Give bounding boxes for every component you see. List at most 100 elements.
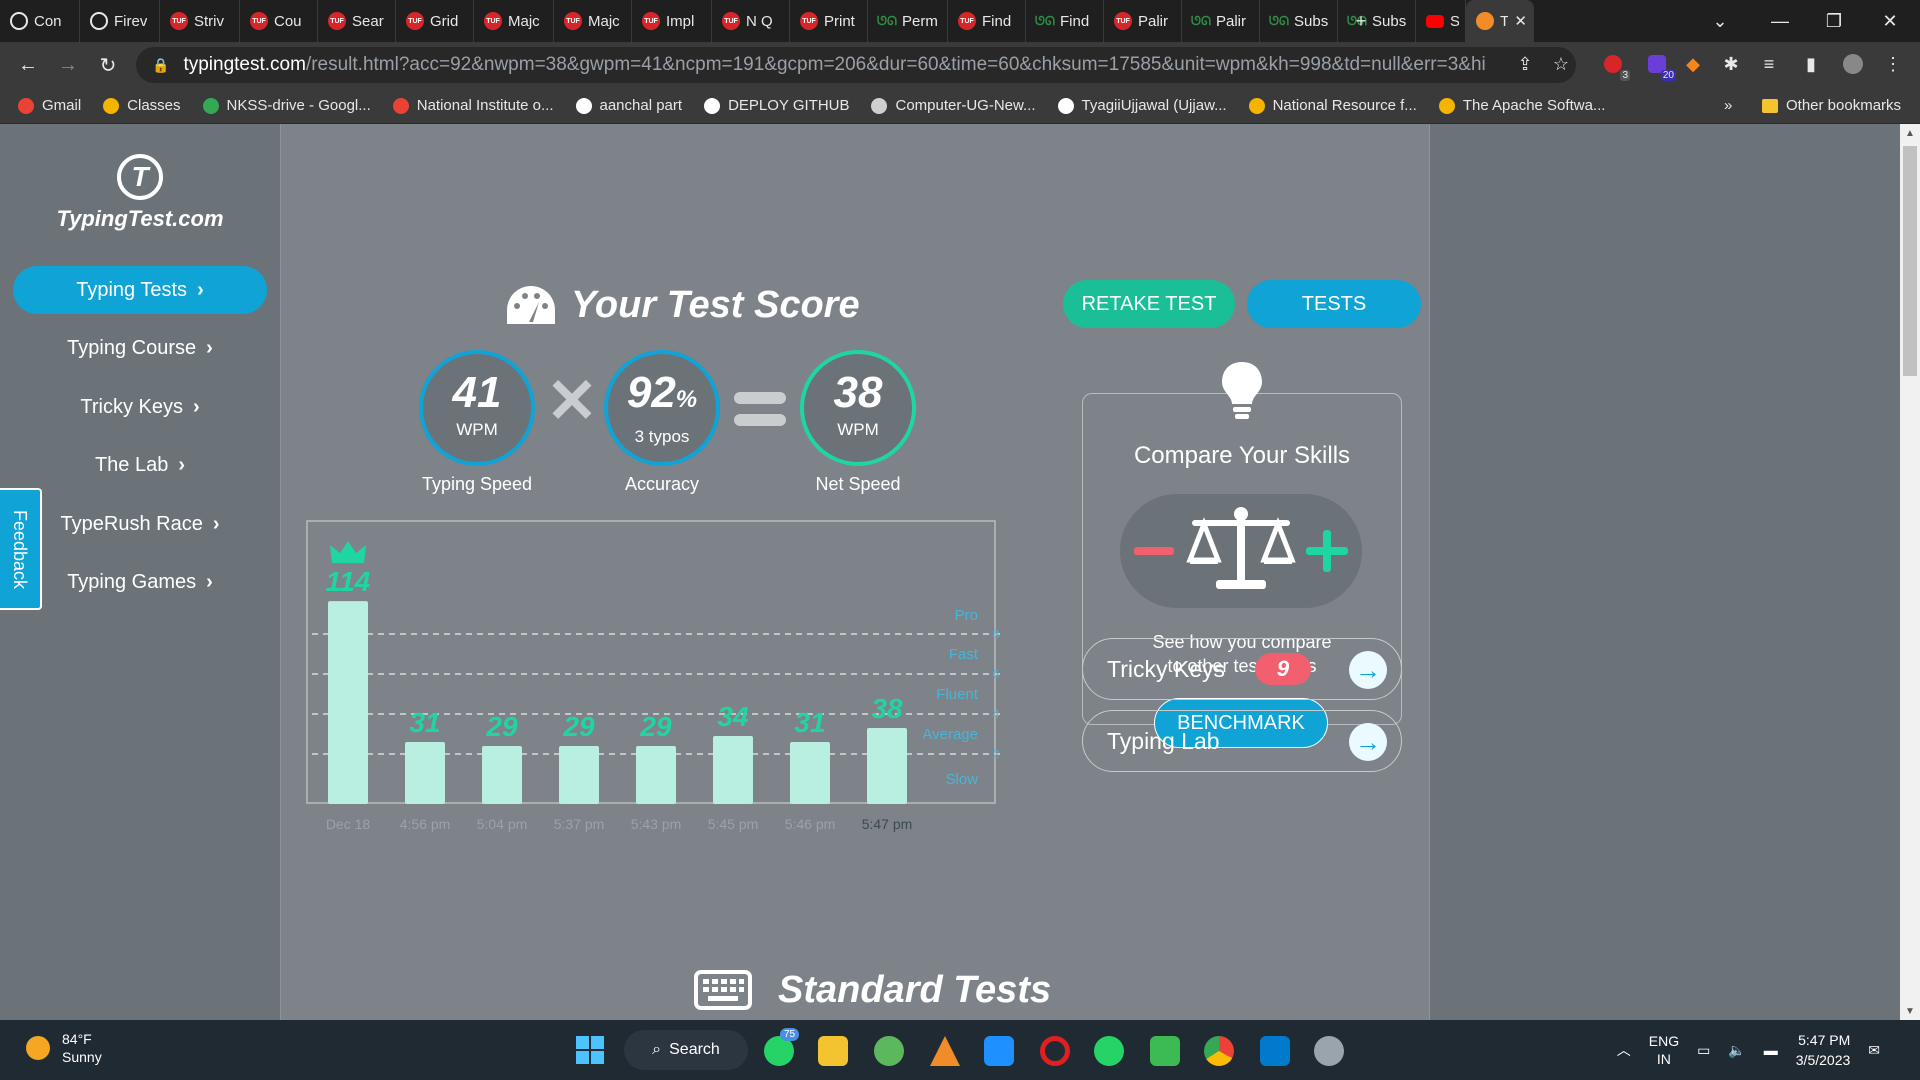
- vscode-icon[interactable]: [1260, 1036, 1290, 1066]
- more-bookmarks-button[interactable]: »: [1724, 97, 1732, 114]
- taskbar-search[interactable]: ⌕ Search: [624, 1030, 748, 1070]
- chrome-icon[interactable]: [1204, 1036, 1234, 1066]
- extension-red-icon[interactable]: 3: [1600, 51, 1630, 81]
- profile-avatar[interactable]: [1840, 51, 1866, 77]
- metamask-icon[interactable]: ◆: [1680, 51, 1706, 77]
- page-scrollbar[interactable]: ▲ ▼: [1900, 124, 1920, 1020]
- bookmark-item[interactable]: aanchal part: [575, 97, 682, 114]
- notification-icon[interactable]: ✉: [1868, 1042, 1880, 1059]
- tab-title: Palir: [1138, 12, 1169, 30]
- scroll-down-arrow-icon[interactable]: ▼: [1900, 1002, 1920, 1020]
- feedback-tab[interactable]: Feedback: [0, 488, 42, 610]
- tab-title: Majc: [508, 12, 540, 30]
- browser-tab[interactable]: T ✕: [1466, 0, 1534, 42]
- weather-widget[interactable]: 84°F Sunny: [26, 1030, 102, 1066]
- browser-tab[interactable]: S: [1416, 0, 1466, 42]
- close-tab-icon[interactable]: ✕: [1514, 12, 1527, 30]
- vlc-icon[interactable]: [930, 1036, 960, 1066]
- typing-lab-link[interactable]: Typing Lab →: [1082, 710, 1402, 772]
- bookmark-item[interactable]: National Resource f...: [1248, 97, 1417, 114]
- file-explorer-icon[interactable]: [818, 1036, 848, 1066]
- back-button[interactable]: ←: [8, 45, 48, 85]
- arrow-right-icon[interactable]: →: [1349, 723, 1387, 761]
- sidebar-item-typing-course[interactable]: Typing Course ›: [13, 324, 267, 372]
- extension-purple-icon[interactable]: 20: [1644, 51, 1676, 81]
- sidebar-item-typing-games[interactable]: Typing Games ›: [13, 558, 267, 606]
- taskbar-search-label: Search: [669, 1041, 720, 1058]
- standard-tests-heading: Standard Tests: [694, 964, 1051, 1016]
- browser-tab[interactable]: TUF N Q: [712, 0, 790, 42]
- share-icon[interactable]: ⇪: [1512, 51, 1538, 77]
- other-bookmarks-folder[interactable]: Other bookmarks: [1762, 97, 1901, 114]
- bookmark-star-icon[interactable]: ☆: [1548, 51, 1574, 77]
- whatsapp-icon[interactable]: 75: [764, 1028, 800, 1066]
- opera-icon[interactable]: [1040, 1036, 1070, 1066]
- clock[interactable]: 5:47 PM 3/5/2023: [1796, 1030, 1851, 1070]
- bookmark-item[interactable]: The Apache Softwa...: [1438, 97, 1605, 114]
- browser-tab[interactable]: TUF Palir: [1104, 0, 1182, 42]
- browser-tab[interactable]: Con: [0, 0, 80, 42]
- puzzle-extensions-icon[interactable]: ✱: [1718, 51, 1744, 77]
- close-window-button[interactable]: ✕: [1862, 0, 1918, 42]
- meet-icon[interactable]: [1150, 1036, 1180, 1066]
- reload-button[interactable]: ↻: [88, 45, 128, 85]
- bookmark-item[interactable]: TyagiiUjjawal (Ujjaw...: [1057, 97, 1227, 114]
- tab-search-icon[interactable]: ⌄: [1692, 0, 1748, 42]
- tricky-keys-link[interactable]: Tricky Keys 9 →: [1082, 638, 1402, 700]
- browser-menu-icon[interactable]: ⋮: [1880, 51, 1906, 77]
- chart-bar: [867, 728, 907, 804]
- utorrent-icon[interactable]: [874, 1036, 904, 1066]
- app-l-icon[interactable]: [984, 1036, 1014, 1066]
- tests-button[interactable]: TESTS: [1247, 280, 1421, 328]
- browser-tab[interactable]: TUF Majc: [474, 0, 554, 42]
- arrow-right-icon[interactable]: →: [1349, 651, 1387, 689]
- sidebar-item-the-lab[interactable]: The Lab ›: [13, 441, 267, 489]
- language-indicator[interactable]: ENG IN: [1649, 1032, 1679, 1068]
- chevron-up-icon[interactable]: ︿: [1617, 1040, 1631, 1060]
- bookmark-item[interactable]: DEPLOY GITHUB: [704, 97, 849, 114]
- browser-tab[interactable]: TUF Striv: [160, 0, 240, 42]
- retake-test-button[interactable]: RETAKE TEST: [1063, 280, 1235, 328]
- browser-tab[interactable]: TUF Sear: [318, 0, 396, 42]
- browser-tab[interactable]: TUF Cou: [240, 0, 318, 42]
- forward-button[interactable]: →: [48, 45, 88, 85]
- settings-gear-icon[interactable]: [1314, 1036, 1344, 1066]
- bookmark-item[interactable]: Computer-UG-New...: [871, 97, 1036, 114]
- bookmark-item[interactable]: Gmail: [18, 97, 81, 114]
- bookmark-item[interactable]: NKSS-drive - Googl...: [202, 97, 371, 114]
- site-logo[interactable]: T TypingTest.com: [50, 154, 230, 232]
- sidebar-item-tricky-keys[interactable]: Tricky Keys ›: [13, 383, 267, 431]
- browser-tab[interactable]: TUF Print: [790, 0, 868, 42]
- battery-icon[interactable]: ▬: [1764, 1042, 1778, 1058]
- browser-toolbar: ← → ↻ 🔒 typingtest.com /result.html?acc=…: [0, 42, 1920, 88]
- address-bar[interactable]: 🔒 typingtest.com /result.html?acc=92&nwp…: [136, 47, 1576, 83]
- net-speed-circle: 38 WPM: [800, 350, 916, 466]
- browser-tab[interactable]: TUF Grid: [396, 0, 474, 42]
- net-speed-label: Net Speed: [815, 474, 901, 494]
- browser-tab[interactable]: TUF Majc: [554, 0, 632, 42]
- windows-start-icon[interactable]: [576, 1036, 604, 1064]
- browser-tab[interactable]: Firev: [80, 0, 160, 42]
- browser-tab[interactable]: ᘎᘏ Perm: [868, 0, 948, 42]
- volume-icon[interactable]: 🔈: [1728, 1042, 1745, 1059]
- browser-tab[interactable]: ᘎᘏ Find: [1026, 0, 1104, 42]
- scroll-up-arrow-icon[interactable]: ▲: [1900, 124, 1920, 142]
- browser-tab[interactable]: ᘎᘏ Palir: [1182, 0, 1260, 42]
- scrollbar-thumb[interactable]: [1903, 146, 1917, 376]
- browser-tab[interactable]: TUF Find: [948, 0, 1026, 42]
- scale-illustration: [1120, 494, 1362, 608]
- browser-tab[interactable]: TUF Impl: [632, 0, 712, 42]
- network-icon[interactable]: ▭: [1697, 1042, 1710, 1059]
- new-tab-button[interactable]: +: [1336, 0, 1386, 42]
- reading-list-icon[interactable]: ≡: [1756, 51, 1782, 77]
- minimize-button[interactable]: —: [1752, 0, 1808, 42]
- whatsapp-desktop-icon[interactable]: [1094, 1036, 1124, 1066]
- bookmark-item[interactable]: Classes: [103, 97, 181, 114]
- restore-button[interactable]: ❐: [1806, 0, 1862, 42]
- sidebar-item-typing-tests[interactable]: Typing Tests ›: [13, 266, 267, 314]
- sidebar-item-typerush-race[interactable]: TypeRush Race ›: [13, 500, 267, 548]
- sidebar-item-label: Tricky Keys: [80, 395, 183, 418]
- browser-tab[interactable]: ᘎᘏ Subs: [1260, 0, 1338, 42]
- bookmark-item[interactable]: National Institute o...: [392, 97, 554, 114]
- side-panel-icon[interactable]: ▮: [1798, 51, 1824, 77]
